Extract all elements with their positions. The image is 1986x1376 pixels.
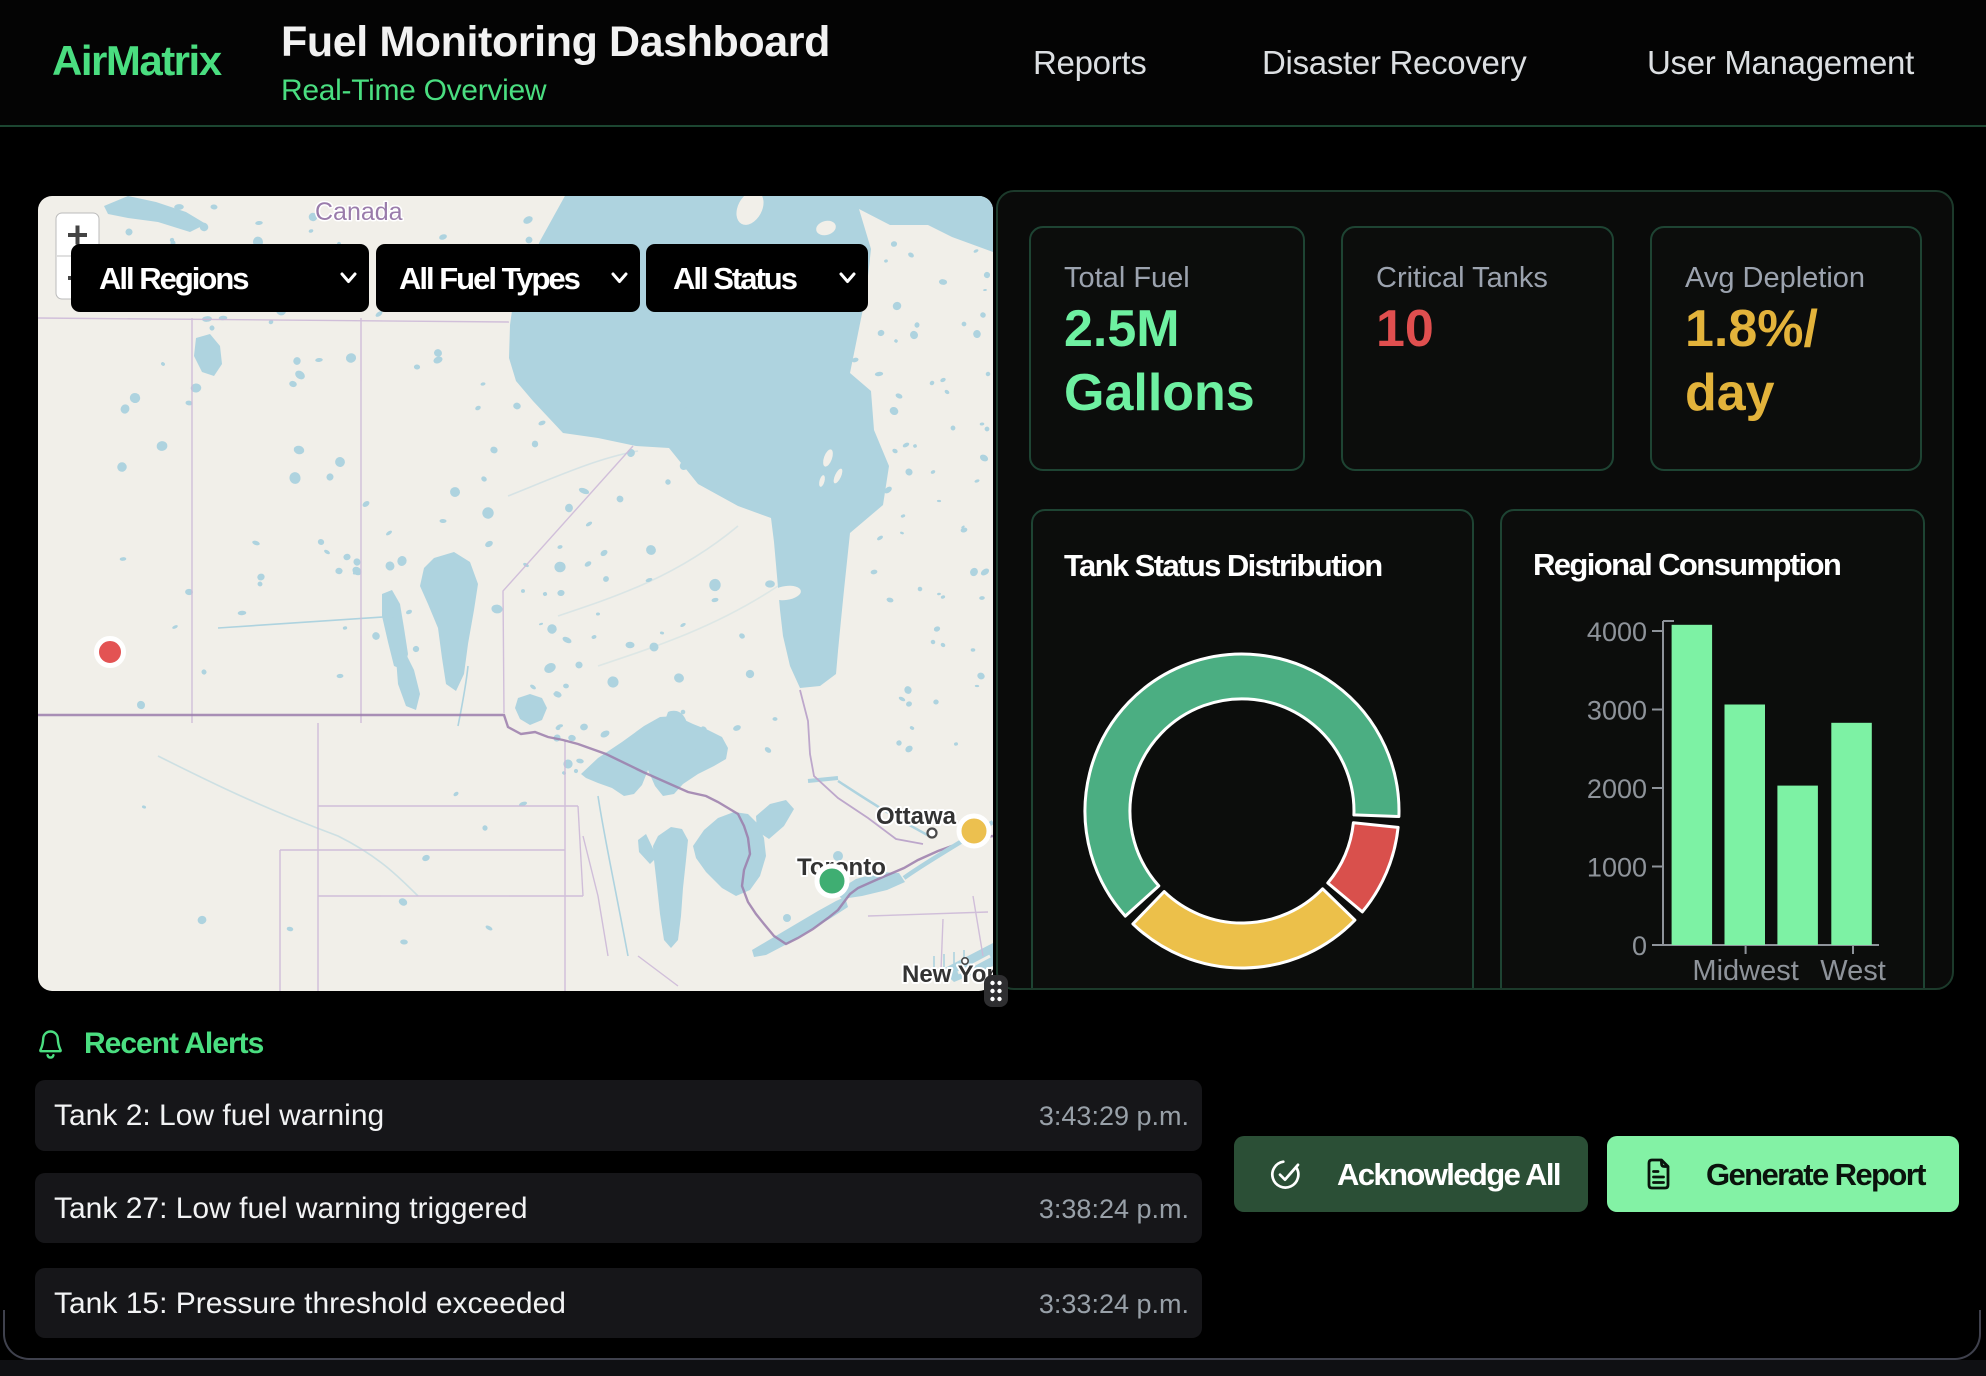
svg-text:Canada: Canada [315, 198, 403, 226]
svg-text:Midwest: Midwest [1692, 955, 1798, 982]
svg-text:Ottawa: Ottawa [876, 803, 957, 830]
svg-text:3000: 3000 [1587, 696, 1647, 726]
svg-text:0: 0 [1632, 931, 1647, 961]
svg-text:2000: 2000 [1587, 774, 1647, 804]
svg-text:New York: New York [902, 961, 993, 988]
svg-text:4000: 4000 [1587, 617, 1647, 647]
svg-text:1000: 1000 [1587, 853, 1647, 883]
svg-text:West: West [1820, 955, 1886, 982]
